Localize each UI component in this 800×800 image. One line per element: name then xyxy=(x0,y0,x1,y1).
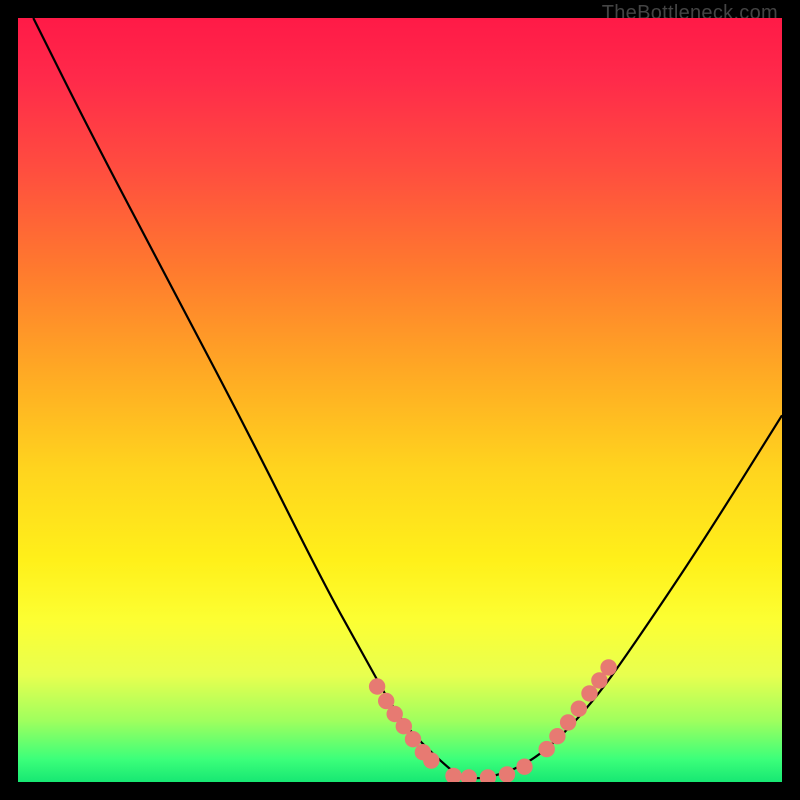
marker-dot xyxy=(539,741,555,757)
marker-dot xyxy=(560,714,576,730)
marker-dot xyxy=(516,759,532,775)
chart-svg xyxy=(18,18,782,782)
chart-plot-area xyxy=(18,18,782,782)
curve-line xyxy=(33,18,782,778)
marker-dots xyxy=(369,659,617,782)
chart-frame: TheBottleneck.com xyxy=(0,0,800,800)
marker-dot xyxy=(445,768,461,782)
marker-dot xyxy=(480,769,496,782)
marker-dot xyxy=(600,659,616,675)
marker-dot xyxy=(461,769,477,782)
marker-dot xyxy=(499,766,515,782)
marker-dot xyxy=(549,728,565,744)
marker-dot xyxy=(423,752,439,768)
marker-dot xyxy=(571,701,587,717)
marker-dot xyxy=(369,678,385,694)
curve-path xyxy=(33,18,782,778)
marker-dot xyxy=(405,731,421,747)
marker-dot xyxy=(581,685,597,701)
